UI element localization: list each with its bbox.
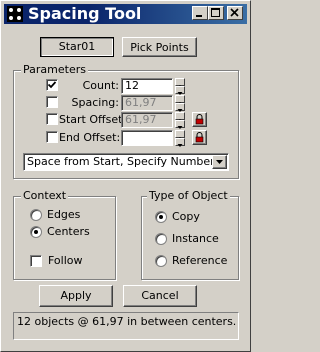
start-offset-input[interactable]: 61,97: [121, 112, 173, 128]
minimize-icon: [196, 15, 202, 17]
count-input[interactable]: 12: [121, 78, 173, 94]
spacing-mode-value: Space from Start, Specify Number: [27, 155, 215, 168]
cancel-button[interactable]: Cancel: [123, 285, 197, 307]
reference-label: Reference: [172, 254, 228, 267]
spacing-input[interactable]: 61,97: [121, 95, 173, 111]
context-legend: Context: [21, 189, 69, 202]
start-offset-label: Start Offset:: [59, 113, 127, 126]
copy-label: Copy: [172, 210, 200, 223]
dropdown-button[interactable]: [212, 155, 227, 169]
count-label: Count:: [82, 79, 119, 92]
count-spinner[interactable]: [175, 78, 185, 95]
count-checkbox[interactable]: [46, 79, 58, 91]
apply-button[interactable]: Apply: [39, 285, 113, 307]
spin-down-icon: [177, 144, 183, 147]
close-icon: [230, 8, 239, 17]
instance-radio[interactable]: [155, 233, 167, 245]
edges-label: Edges: [47, 208, 81, 221]
end-offset-label: End Offset:: [59, 131, 121, 144]
spacing-label: Spacing:: [71, 96, 119, 109]
centers-label: Centers: [47, 225, 90, 238]
follow-label: Follow: [48, 254, 83, 267]
spacing-mode-dropdown[interactable]: Space from Start, Specify Number: [23, 153, 229, 171]
chevron-down-icon: [216, 160, 223, 164]
instance-label: Instance: [172, 232, 219, 245]
spacing-tool-window: Spacing Tool Star01 Pick Points Paramete…: [0, 0, 251, 352]
spacing-tool-icon: [7, 6, 23, 22]
maximize-button[interactable]: [208, 6, 224, 20]
lock-icon: [195, 132, 204, 143]
type-of-object-legend: Type of Object: [147, 189, 230, 202]
start-offset-spinner[interactable]: [175, 112, 185, 129]
follow-checkbox[interactable]: [30, 255, 42, 267]
spacing-checkbox[interactable]: [46, 96, 58, 108]
checkmark-icon: [47, 81, 57, 89]
close-button[interactable]: [227, 6, 243, 20]
centers-radio[interactable]: [30, 226, 42, 238]
reference-radio[interactable]: [155, 255, 167, 267]
end-offset-checkbox[interactable]: [46, 131, 58, 143]
window-title: Spacing Tool: [28, 4, 142, 23]
copy-radio[interactable]: [155, 211, 167, 223]
lock-icon: [195, 114, 204, 125]
start-offset-checkbox[interactable]: [46, 113, 58, 125]
maximize-icon: [211, 8, 220, 17]
title-bar[interactable]: Spacing Tool: [4, 4, 247, 24]
pick-path-button[interactable]: Star01: [40, 37, 114, 57]
edges-radio[interactable]: [30, 209, 42, 221]
radio-selected-dot: [34, 230, 38, 234]
status-text: 12 objects @ 61,97 in between centers.: [13, 312, 239, 340]
pick-points-button[interactable]: Pick Points: [122, 37, 197, 57]
end-offset-spinner[interactable]: [175, 130, 185, 147]
parameters-legend: Parameters: [21, 63, 88, 76]
minimize-button[interactable]: [192, 6, 208, 20]
end-offset-lock-button[interactable]: [192, 130, 207, 145]
end-offset-input[interactable]: [121, 130, 173, 146]
spacing-spinner[interactable]: [175, 95, 185, 112]
start-offset-lock-button[interactable]: [192, 112, 207, 127]
radio-selected-dot: [159, 215, 163, 219]
